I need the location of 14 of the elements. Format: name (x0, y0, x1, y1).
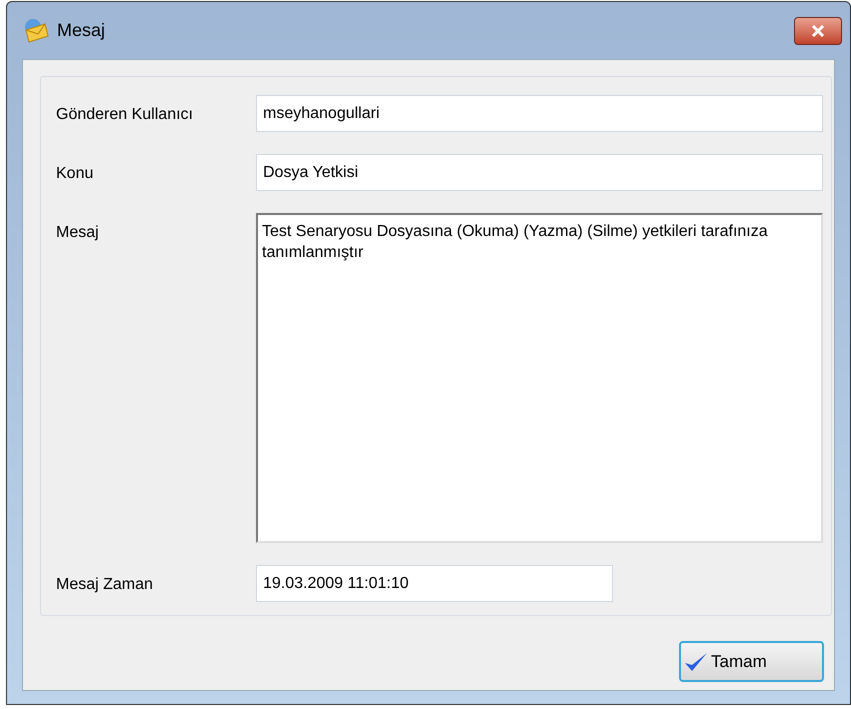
input-field[interactable]: Dosya Yetkisi (256, 154, 823, 191)
input-field[interactable]: mseyhanogullari (256, 95, 823, 132)
field-label: Konu (56, 164, 94, 184)
field-label: Gönderen Kullanıcı (56, 105, 194, 125)
envelope-icon (23, 18, 49, 44)
window-title: Mesaj (57, 19, 106, 42)
ok-button[interactable]: Tamam (679, 641, 824, 682)
input-field[interactable]: 19.03.2009 11:01:10 (256, 565, 613, 602)
message-box[interactable]: Test Senaryosu Dosyasına (Okuma) (Yazma) (Silme) yetkileri tarafınıza tanımlanmıştır (256, 213, 823, 543)
field-label: Mesaj Zaman (56, 575, 154, 595)
checkmark-icon (683, 650, 709, 672)
close-icon (811, 24, 825, 36)
close-button[interactable] (794, 16, 842, 44)
field-label: Mesaj (56, 223, 100, 243)
